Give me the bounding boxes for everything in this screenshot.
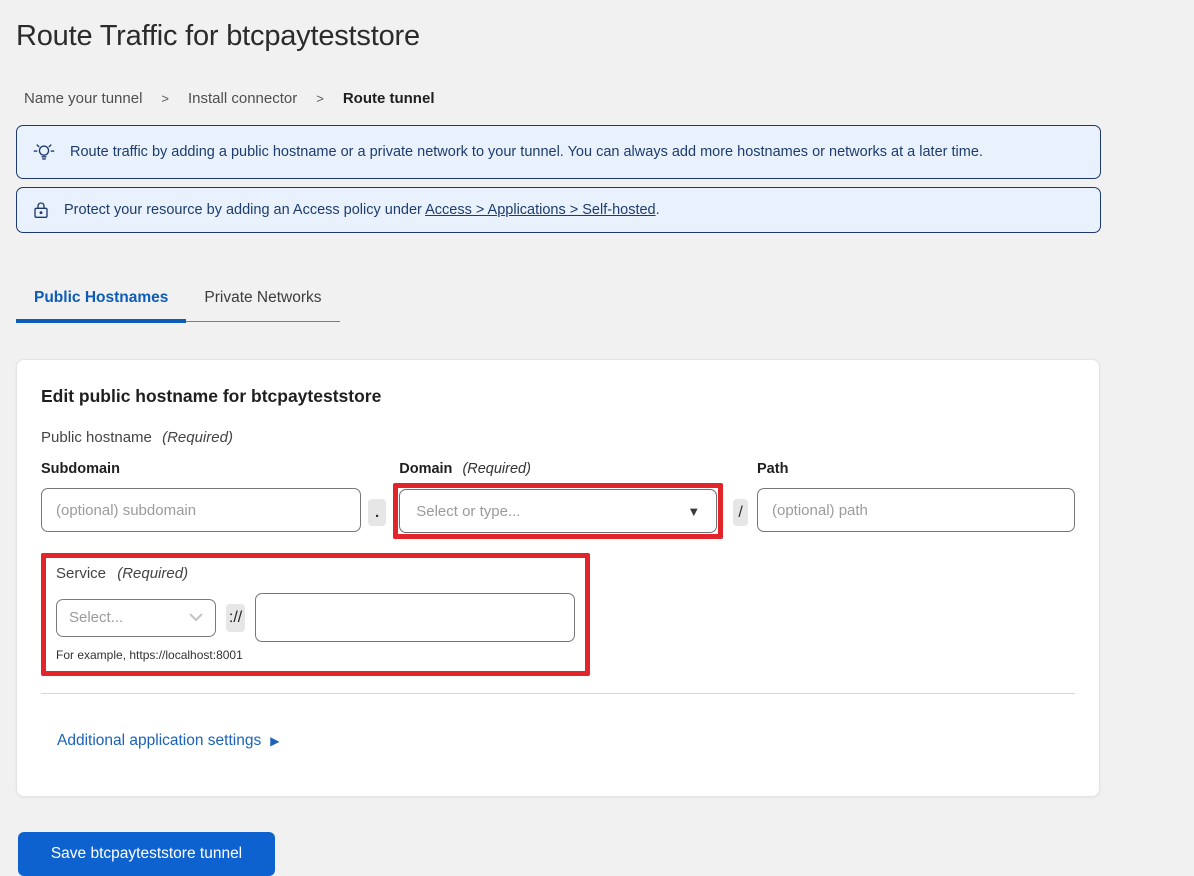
additional-settings-toggle[interactable]: Additional application settings ▶ (57, 732, 279, 750)
access-tip-text: Protect your resource by adding an Acces… (64, 202, 660, 218)
service-required: (Required) (117, 565, 188, 582)
route-tip-text: Route traffic by adding a public hostnam… (70, 144, 983, 160)
access-applications-link[interactable]: Access > Applications > Self-hosted (425, 202, 656, 218)
breadcrumb-separator: > (316, 91, 324, 106)
service-url-input[interactable] (255, 593, 575, 642)
tab-private-networks[interactable]: Private Networks (186, 289, 339, 321)
save-tunnel-button[interactable]: Save btcpayteststore tunnel (18, 832, 275, 876)
card-title: Edit public hostname for btcpayteststore (41, 386, 1075, 407)
slash-separator: / (733, 499, 748, 526)
dropdown-arrow-icon: ▼ (687, 504, 700, 519)
route-traffic-page: Route Traffic for btcpayteststore Name y… (0, 0, 1194, 876)
service-example-text: For example, https://localhost:8001 (56, 648, 575, 662)
public-hostname-label: Public hostname (Required) (41, 429, 1075, 446)
hostname-row: Subdomain . Domain (Required) Select or … (41, 461, 1075, 539)
service-label-text: Service (56, 565, 106, 582)
domain-highlight-box: Select or type... ▼ (393, 483, 723, 539)
domain-select[interactable]: Select or type... ▼ (399, 489, 717, 533)
service-highlight-box: Service (Required) Select... :// For exa… (41, 553, 590, 676)
domain-label-text: Domain (399, 461, 452, 477)
public-hostname-label-text: Public hostname (41, 429, 152, 446)
page-title: Route Traffic for btcpayteststore (16, 20, 1178, 53)
domain-field-group: Domain (Required) Select or type... ▼ (393, 461, 723, 539)
access-tip-prefix: Protect your resource by adding an Acces… (64, 202, 425, 218)
domain-label: Domain (Required) (393, 461, 723, 481)
chevron-down-icon (189, 613, 203, 622)
section-divider (41, 693, 1075, 694)
breadcrumb-separator: > (161, 91, 169, 106)
edit-hostname-card: Edit public hostname for btcpayteststore… (16, 359, 1100, 797)
breadcrumb: Name your tunnel > Install connector > R… (24, 90, 1178, 107)
path-input[interactable] (757, 488, 1075, 532)
path-field-group: Path (757, 461, 1075, 532)
public-hostname-required: (Required) (162, 429, 233, 446)
subdomain-label: Subdomain (41, 461, 361, 481)
service-type-value: Select... (69, 609, 123, 626)
scheme-separator: :// (226, 604, 245, 632)
breadcrumb-step-install-connector[interactable]: Install connector (188, 90, 297, 107)
service-label: Service (Required) (56, 565, 575, 582)
service-row: Select... :// (56, 593, 575, 642)
lock-icon (33, 200, 49, 220)
hostname-tabs: Public Hostnames Private Networks (16, 289, 340, 322)
access-tip-banner: Protect your resource by adding an Acces… (16, 187, 1101, 233)
expand-arrow-icon: ▶ (270, 734, 279, 748)
lightbulb-icon (33, 141, 55, 163)
route-tip-banner: Route traffic by adding a public hostnam… (16, 125, 1101, 179)
breadcrumb-step-name-tunnel[interactable]: Name your tunnel (24, 90, 142, 107)
domain-required: (Required) (462, 461, 531, 477)
subdomain-field-group: Subdomain (41, 461, 361, 532)
access-tip-suffix: . (656, 202, 660, 218)
domain-select-value: Select or type... (416, 503, 520, 520)
path-label: Path (757, 461, 1075, 481)
subdomain-input[interactable] (41, 488, 361, 532)
dot-separator: . (368, 499, 386, 526)
tab-public-hostnames[interactable]: Public Hostnames (16, 289, 186, 321)
breadcrumb-step-route-tunnel: Route tunnel (343, 90, 435, 107)
additional-settings-label: Additional application settings (57, 732, 261, 750)
service-type-select[interactable]: Select... (56, 599, 216, 637)
